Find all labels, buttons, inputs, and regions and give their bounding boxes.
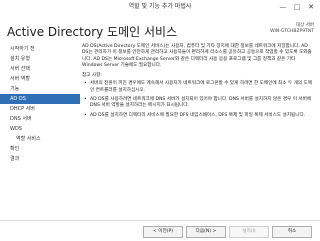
previous-button[interactable]: < 이전(P) (143, 226, 183, 238)
wizard-footer: < 이전(P) 다음(N) > 설치(I) 취소 (0, 220, 320, 241)
sidebar-item-features[interactable]: 기능 (0, 84, 80, 94)
sidebar-item-dns-server[interactable]: DNS 서버 (0, 114, 80, 124)
intro-text: AD DS(Active Directory 도메인 서비스)는 사용자, 컴퓨… (82, 44, 312, 68)
cancel-button[interactable]: 취소 (272, 226, 312, 238)
sidebar-item-server-roles[interactable]: 서버 역할 (0, 74, 80, 84)
minimize-button[interactable]: — (276, 0, 290, 14)
window-controls: — □ ✕ (276, 0, 318, 14)
sidebar-item-server-selection[interactable]: 서버 선택 (0, 64, 80, 74)
sidebar-item-role-services[interactable]: 역할 서비스 (0, 134, 80, 144)
sidebar-item-dhcp-server[interactable]: DHCP 서버 (0, 104, 80, 114)
note-item: AD DS를 사용하려면 네트워크에 DNS 서버가 설치되어 있어야 합니다.… (82, 97, 314, 110)
note-item: AD DS를 설치하면 디렉터리 서비스에 필요한 DFS 네임스페이스, DF… (82, 113, 314, 120)
maximize-button[interactable]: □ (290, 0, 304, 14)
wizard-content: AD DS(Active Directory 도메인 서비스)는 사용자, 컴퓨… (82, 44, 314, 122)
page-title: Active Directory 도메인 서비스 (7, 25, 178, 39)
sidebar-item-installation-type[interactable]: 설치 유형 (0, 54, 80, 64)
wizard-steps-sidebar: 시작하기 전 설치 유형 서버 선택 서버 역할 기능 AD DS DHCP 서… (0, 44, 80, 164)
sidebar-item-ad-ds[interactable]: AD DS (0, 94, 80, 104)
notes-title: 참고 사항: (82, 73, 102, 79)
sidebar-item-before-you-begin[interactable]: 시작하기 전 (0, 44, 80, 54)
sidebar-item-results[interactable]: 결과 (0, 154, 80, 164)
window-title: 역할 및 기능 추가 마법사 (128, 3, 192, 10)
window-titlebar: 역할 및 기능 추가 마법사 — □ ✕ (0, 0, 320, 14)
target-server: 대상 서버 WIN-GTCHBZP9TNT (270, 23, 314, 35)
wizard-header: Active Directory 도메인 서비스 대상 서버 WIN-GTCHB… (0, 14, 320, 44)
install-button[interactable]: 설치(I) (229, 226, 269, 238)
target-server-name: WIN-GTCHBZP9TNT (270, 29, 314, 34)
sidebar-item-wds[interactable]: WDS (0, 124, 80, 134)
next-button[interactable]: 다음(N) > (186, 226, 226, 238)
note-item: 서버의 전원이 꺼진 경우에도 계속해서 사용자가 네트워크에 로그온할 수 있… (82, 81, 314, 94)
close-button[interactable]: ✕ (304, 0, 318, 14)
sidebar-item-confirmation[interactable]: 확인 (0, 144, 80, 154)
notes-list: 서버의 전원이 꺼진 경우에도 계속해서 사용자가 네트워크에 로그온할 수 있… (82, 81, 314, 120)
